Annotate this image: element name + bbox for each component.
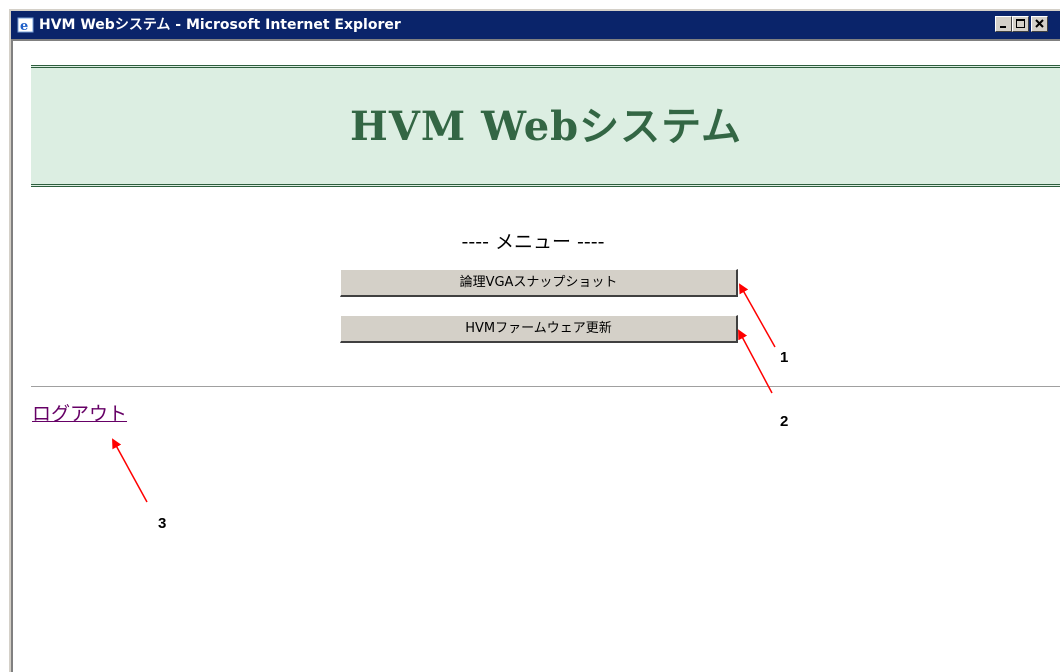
title-bar[interactable]: e HVM Webシステム - Microsoft Internet Explo… [11, 11, 1060, 39]
page-viewport: HVM Webシステム ---- メニュー ---- 論理VGAスナップショット… [11, 39, 1060, 672]
minimize-button[interactable] [995, 16, 1012, 32]
close-button[interactable] [1031, 16, 1048, 32]
maximize-button[interactable] [1012, 16, 1029, 32]
svg-text:e: e [20, 19, 28, 34]
callout-number-2: 2 [780, 413, 789, 430]
close-icon [1035, 19, 1044, 28]
callout-number-1: 1 [780, 349, 789, 366]
minimize-icon [1000, 26, 1006, 28]
page-banner: HVM Webシステム [31, 65, 1060, 187]
callout-number-3: 3 [158, 515, 167, 532]
banner-title: HVM Webシステム [350, 103, 742, 150]
hvm-firmware-update-button[interactable]: HVMファームウェア更新 [340, 315, 738, 343]
maximize-icon [1016, 19, 1025, 28]
browser-window: e HVM Webシステム - Microsoft Internet Explo… [8, 8, 1060, 672]
logout-link[interactable]: ログアウト [32, 399, 127, 426]
menu-heading: ---- メニュー ---- [461, 231, 605, 253]
logical-vga-snapshot-button[interactable]: 論理VGAスナップショット [340, 269, 738, 297]
window-title: HVM Webシステム - Microsoft Internet Explore… [39, 17, 401, 33]
horizontal-rule [31, 386, 1060, 388]
internet-explorer-icon: e [17, 16, 35, 34]
